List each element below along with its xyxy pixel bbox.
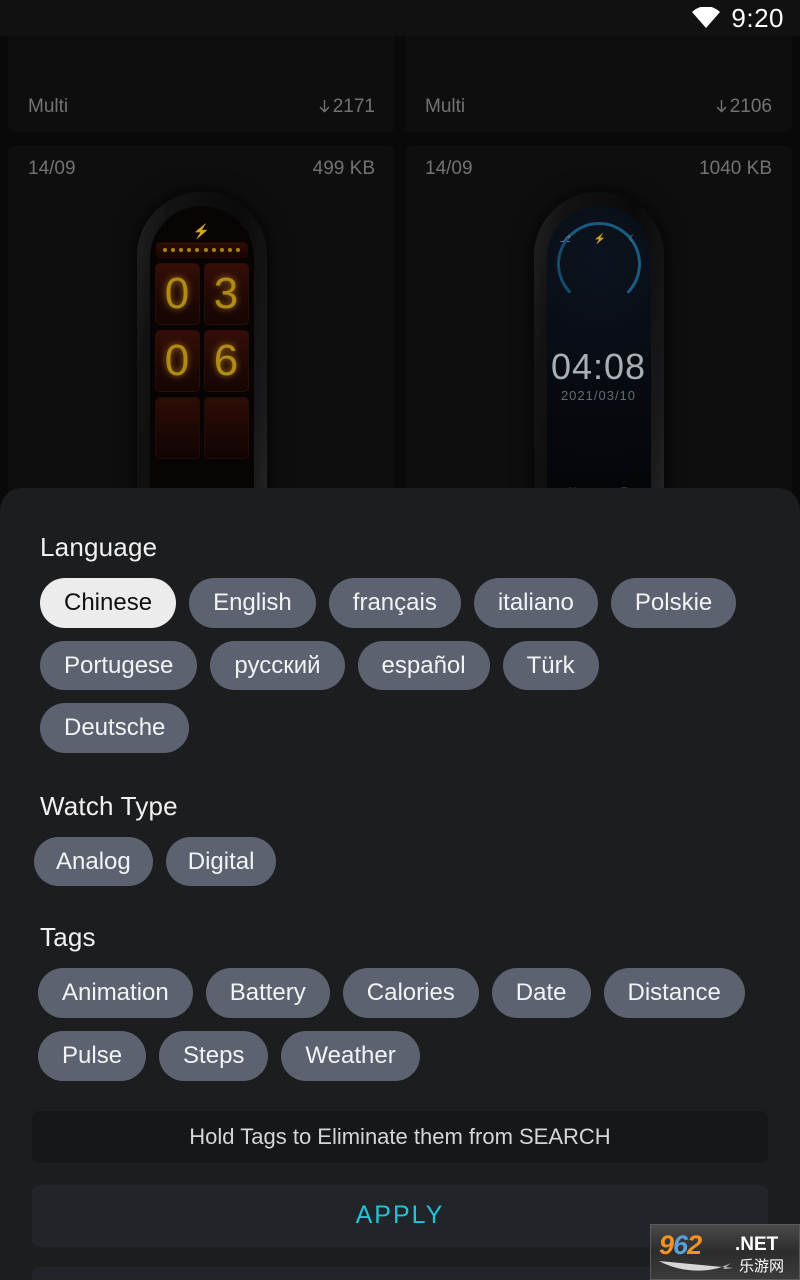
tag-chip-calories[interactable]: Calories [342, 968, 479, 1018]
tags-section-title: Tags [40, 922, 96, 953]
language-chip-turk[interactable]: Türk [502, 640, 599, 691]
watch-type-chip-analog[interactable]: Analog [34, 836, 153, 887]
wifi-icon [692, 7, 721, 28]
site-watermark: 962 .NET 乐游网 [650, 1224, 800, 1280]
status-bar-clock: 9:20 [731, 2, 784, 33]
language-chip-english[interactable]: English [189, 578, 316, 628]
tag-chip-steps[interactable]: Steps [159, 1030, 269, 1081]
watermark-cn: 乐游网 [739, 1257, 785, 1275]
language-chip-francais[interactable]: français [328, 578, 461, 628]
swoosh-icon [659, 1261, 733, 1271]
tag-chip-pulse[interactable]: Pulse [38, 1030, 147, 1081]
tag-chip-distance[interactable]: Distance [603, 968, 745, 1018]
language-chip-group: Chinese English français italiano Polski… [40, 578, 760, 753]
status-bar: 9:20 [0, 0, 800, 36]
language-chip-portugese[interactable]: Portugese [40, 640, 198, 691]
tag-chip-battery[interactable]: Battery [205, 968, 330, 1018]
watch-type-section-title: Watch Type [40, 790, 178, 821]
language-chip-deutsche[interactable]: Deutsche [40, 703, 190, 753]
tag-chip-weather[interactable]: Weather [281, 1030, 420, 1081]
language-section-title: Language [40, 532, 158, 562]
watermark-digits: 962 [659, 1230, 702, 1260]
watch-type-chip-digital[interactable]: Digital [165, 836, 277, 887]
tags-hint-banner: Hold Tags to Eliminate them from SEARCH [32, 1110, 768, 1163]
watermark-net: .NET [735, 1234, 779, 1255]
tags-chip-group: Animation Battery Calories Date Distance… [38, 968, 760, 1081]
watch-type-chip-group: Analog Digital [34, 836, 760, 887]
language-chip-chinese[interactable]: Chinese [40, 578, 177, 628]
language-chip-polskie[interactable]: Polskie [610, 578, 737, 628]
filter-bottom-sheet: Language Chinese English français italia… [0, 488, 800, 1280]
tag-chip-date[interactable]: Date [491, 968, 591, 1018]
language-chip-espanol[interactable]: español [357, 640, 490, 691]
language-chip-russian[interactable]: русский [210, 640, 345, 691]
language-chip-italiano[interactable]: italiano [473, 578, 598, 628]
tag-chip-animation[interactable]: Animation [38, 968, 193, 1018]
